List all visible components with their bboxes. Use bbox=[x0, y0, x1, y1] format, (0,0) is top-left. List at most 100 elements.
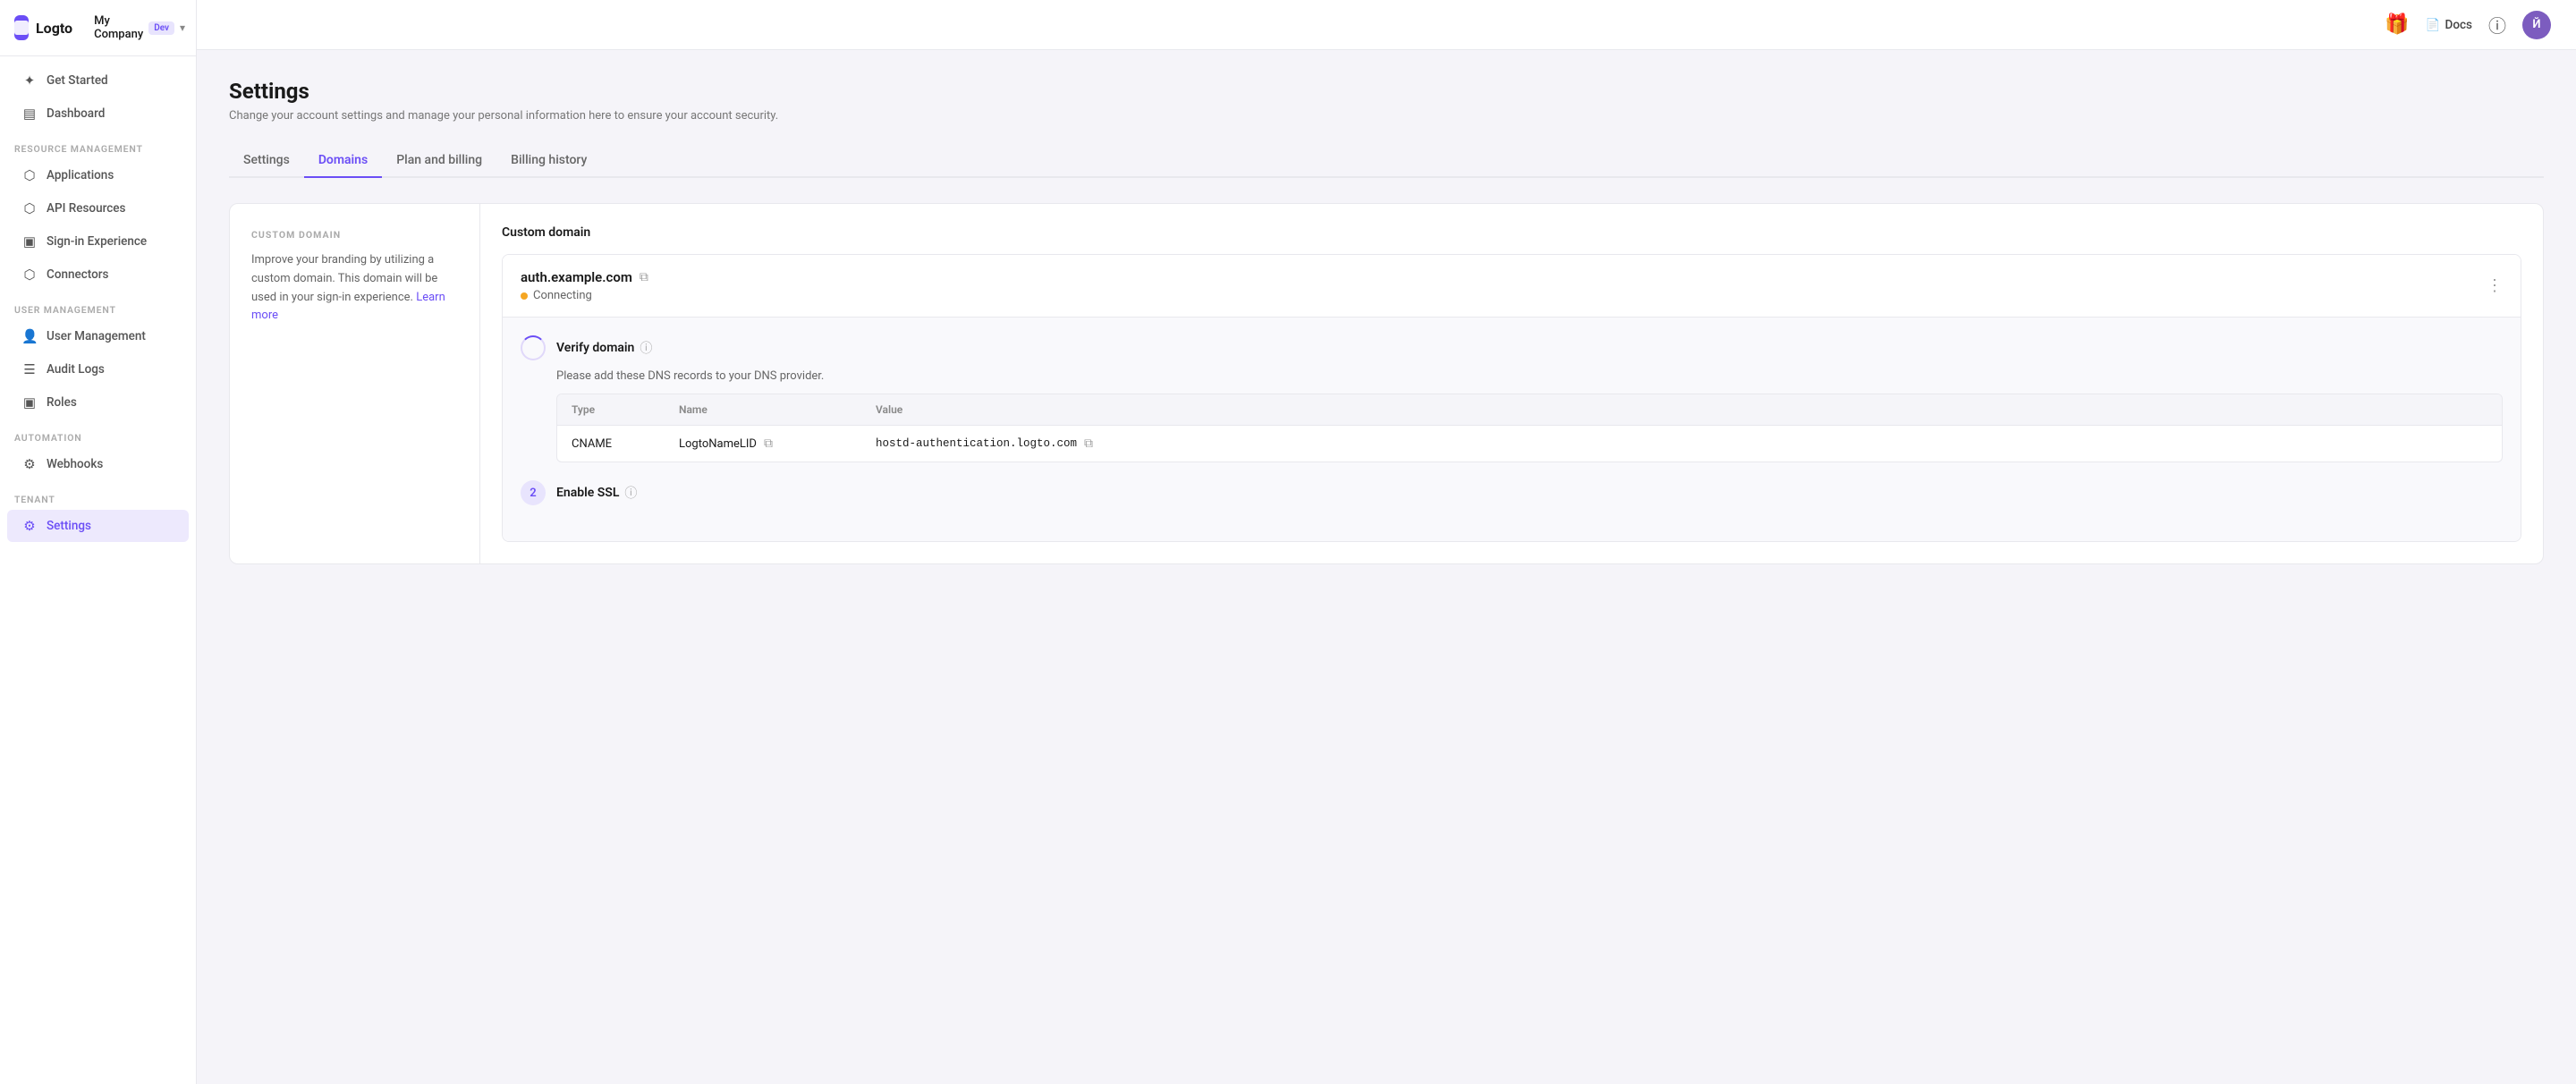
help-icon[interactable]: ⓘ bbox=[2488, 12, 2506, 38]
copy-domain-icon[interactable]: ⧉ bbox=[640, 270, 648, 284]
gift-icon[interactable]: 🎁 bbox=[2385, 13, 2409, 36]
dns-col-name: Name bbox=[679, 403, 876, 416]
sidebar-item-get-started[interactable]: ✦ Get Started bbox=[7, 64, 189, 97]
webhooks-icon: ⚙ bbox=[21, 456, 38, 472]
custom-domain-card: CUSTOM DOMAIN Improve your branding by u… bbox=[229, 203, 2544, 564]
section-label-resource: RESOURCE MANAGEMENT bbox=[0, 131, 196, 158]
status-row: Connecting bbox=[521, 289, 648, 302]
page-subtitle: Change your account settings and manage … bbox=[229, 109, 2544, 123]
sidebar-item-label: Audit Logs bbox=[47, 362, 105, 377]
step2-info-icon[interactable]: ⓘ bbox=[624, 484, 637, 502]
dns-table-row: CNAME LogtoNameLID ⧉ hostd-authenticatio… bbox=[557, 426, 2502, 462]
roles-icon: ▣ bbox=[21, 394, 38, 411]
sidebar-item-user-management[interactable]: 👤 User Management bbox=[7, 320, 189, 352]
domain-info: auth.example.com ⧉ Connecting bbox=[521, 269, 648, 302]
settings-icon: ⚙ bbox=[21, 518, 38, 534]
page-title: Settings bbox=[229, 79, 2544, 104]
domain-name-row: auth.example.com ⧉ bbox=[521, 269, 648, 285]
step2-title: Enable SSL bbox=[556, 486, 619, 500]
get-started-icon: ✦ bbox=[21, 72, 38, 89]
applications-icon: ⬡ bbox=[21, 167, 38, 183]
step-title-row: Verify domain ⓘ bbox=[556, 339, 652, 357]
docs-link[interactable]: 📄 Docs bbox=[2426, 18, 2472, 32]
dns-col-value: Value bbox=[876, 403, 2487, 416]
api-resources-icon: ⬡ bbox=[21, 200, 38, 216]
tab-billing-history[interactable]: Billing history bbox=[496, 144, 601, 178]
dashboard-icon: ▤ bbox=[21, 106, 38, 122]
status-text: Connecting bbox=[533, 289, 592, 302]
card-sidebar-desc: Improve your branding by utilizing a cus… bbox=[251, 251, 458, 326]
sidebar-header: Logto My Company Dev ▾ bbox=[0, 0, 196, 56]
step-spinner bbox=[521, 335, 546, 360]
step-verify-domain: Verify domain ⓘ Please add these DNS rec… bbox=[521, 335, 2503, 462]
sidebar-item-api-resources[interactable]: ⬡ API Resources bbox=[7, 192, 189, 224]
step2-title-row: Enable SSL ⓘ bbox=[556, 484, 637, 502]
sidebar-item-webhooks[interactable]: ⚙ Webhooks bbox=[7, 448, 189, 480]
main: 🎁 📄 Docs ⓘ Й Settings Change your accoun… bbox=[197, 0, 2576, 1084]
step-title: Verify domain bbox=[556, 341, 634, 355]
more-options-icon[interactable]: ⋮ bbox=[2487, 278, 2503, 294]
tab-plan-billing[interactable]: Plan and billing bbox=[382, 144, 496, 178]
docs-page-icon: 📄 bbox=[2426, 18, 2441, 32]
dns-name-cell: LogtoNameLID ⧉ bbox=[679, 436, 876, 451]
sidebar-item-sign-in-experience[interactable]: ▣ Sign-in Experience bbox=[7, 225, 189, 258]
sidebar: Logto My Company Dev ▾ ✦ Get Started ▤ D… bbox=[0, 0, 197, 1084]
domain-steps: Verify domain ⓘ Please add these DNS rec… bbox=[503, 317, 2521, 541]
tab-domains[interactable]: Domains bbox=[304, 144, 382, 178]
dns-name: LogtoNameLID bbox=[679, 437, 757, 451]
docs-label: Docs bbox=[2445, 18, 2472, 32]
copy-value-icon[interactable]: ⧉ bbox=[1084, 436, 1093, 451]
dns-type: CNAME bbox=[572, 437, 679, 451]
step-desc: Please add these DNS records to your DNS… bbox=[556, 369, 2503, 383]
step-header: Verify domain ⓘ bbox=[521, 335, 2503, 360]
sidebar-item-label: Get Started bbox=[47, 73, 108, 88]
logto-name: Logto bbox=[36, 20, 72, 37]
company-selector[interactable]: My Company Dev ▾ bbox=[94, 14, 185, 41]
step-enable-ssl: 2 Enable SSL ⓘ bbox=[521, 480, 2503, 505]
info-icon[interactable]: ⓘ bbox=[640, 339, 652, 357]
sidebar-item-label: Settings bbox=[47, 519, 91, 533]
dns-col-type: Type bbox=[572, 403, 679, 416]
audit-logs-icon: ☰ bbox=[21, 361, 38, 377]
sidebar-item-label: Connectors bbox=[47, 267, 109, 282]
dns-table: Type Name Value CNAME LogtoNameLID ⧉ bbox=[556, 394, 2503, 462]
sidebar-item-label: Webhooks bbox=[47, 457, 103, 471]
card-sidebar: CUSTOM DOMAIN Improve your branding by u… bbox=[230, 204, 480, 563]
sidebar-item-label: Applications bbox=[47, 168, 114, 182]
card-main-title: Custom domain bbox=[502, 225, 2521, 240]
section-label-user: USER MANAGEMENT bbox=[0, 292, 196, 319]
sidebar-item-applications[interactable]: ⬡ Applications bbox=[7, 159, 189, 191]
sidebar-item-label: Sign-in Experience bbox=[47, 234, 147, 249]
tab-settings[interactable]: Settings bbox=[229, 144, 304, 178]
dev-badge: Dev bbox=[148, 21, 174, 35]
avatar[interactable]: Й bbox=[2522, 11, 2551, 39]
domain-box: auth.example.com ⧉ Connecting ⋮ bbox=[502, 254, 2521, 542]
step2-num: 2 bbox=[521, 480, 546, 505]
sidebar-item-connectors[interactable]: ⬡ Connectors bbox=[7, 258, 189, 291]
page-content: Settings Change your account settings an… bbox=[197, 50, 2576, 1084]
domain-name: auth.example.com bbox=[521, 269, 632, 285]
sidebar-item-label: Dashboard bbox=[47, 106, 105, 121]
tab-bar: Settings Domains Plan and billing Billin… bbox=[229, 144, 2544, 178]
section-label-tenant: TENANT bbox=[0, 481, 196, 509]
section-label-automation: AUTOMATION bbox=[0, 419, 196, 447]
connectors-icon: ⬡ bbox=[21, 267, 38, 283]
sidebar-item-settings[interactable]: ⚙ Settings bbox=[7, 510, 189, 542]
company-name: My Company bbox=[94, 14, 143, 41]
card-sidebar-label: CUSTOM DOMAIN bbox=[251, 229, 458, 241]
sidebar-item-dashboard[interactable]: ▤ Dashboard bbox=[7, 97, 189, 130]
step2-header: 2 Enable SSL ⓘ bbox=[521, 480, 2503, 505]
learn-more-link[interactable]: Learn more bbox=[251, 291, 445, 323]
sidebar-item-roles[interactable]: ▣ Roles bbox=[7, 386, 189, 419]
status-dot bbox=[521, 292, 528, 300]
dns-value-cell: hostd-authentication.logto.com ⧉ bbox=[876, 436, 2487, 451]
sidebar-item-label: API Resources bbox=[47, 201, 125, 216]
card-main: Custom domain auth.example.com ⧉ Connect… bbox=[480, 204, 2543, 563]
copy-name-icon[interactable]: ⧉ bbox=[764, 436, 773, 451]
sign-in-experience-icon: ▣ bbox=[21, 233, 38, 250]
topbar: 🎁 📄 Docs ⓘ Й bbox=[197, 0, 2576, 50]
chevron-down-icon: ▾ bbox=[180, 21, 185, 34]
sidebar-item-audit-logs[interactable]: ☰ Audit Logs bbox=[7, 353, 189, 385]
dns-value: hostd-authentication.logto.com bbox=[876, 437, 1077, 450]
sidebar-nav: ✦ Get Started ▤ Dashboard RESOURCE MANAG… bbox=[0, 56, 196, 1084]
